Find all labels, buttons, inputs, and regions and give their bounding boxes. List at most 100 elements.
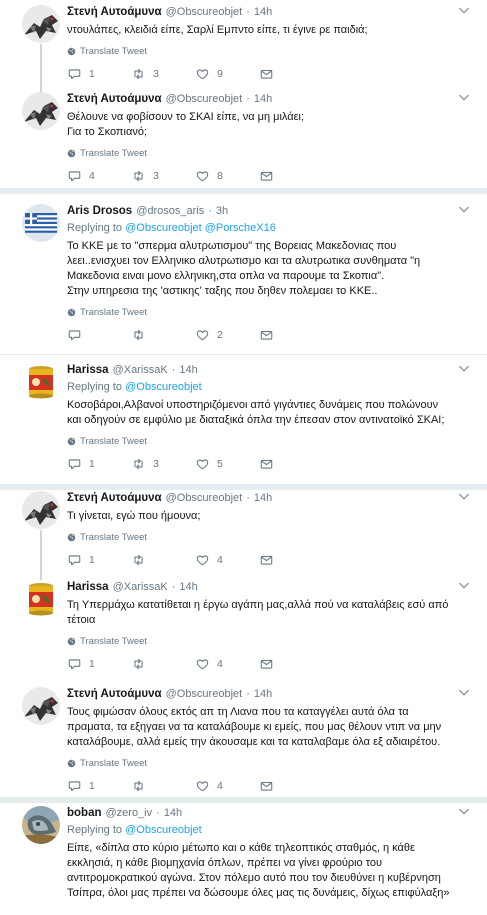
tweet[interactable]: Harissa @XarissaK · 14h Replying to @Obscure… [0, 363, 487, 470]
tweet[interactable]: Στενή Αυτοάμυνα @Obscureobjet · 14h Θέλουνε … [0, 92, 487, 192]
tweet[interactable]: Στενή Αυτοάμυνα @Obscureobjet · 14h Τους φιμ… [0, 687, 487, 792]
chevron-down-icon[interactable] [459, 206, 469, 214]
tweet-text-line: Θέλουνε να φοβίσουν το ΣΚΑΙ είπε, να μη … [67, 111, 305, 123]
avatar[interactable] [22, 580, 60, 618]
avatar[interactable] [22, 92, 60, 130]
timestamp[interactable]: 14h [254, 5, 272, 19]
like-button[interactable]: 4 [195, 553, 259, 567]
tweet-text: Τους φιμώσαν όλους εκτός απ τη Λιανα που… [67, 705, 469, 750]
tweet-content: boban @zero_iv · 14h Replying to @Obscureobj… [67, 806, 469, 901]
tweet[interactable]: Στενή Αυτοάμυνα @Obscureobjet · 14h Τι γίνετ… [0, 491, 487, 591]
timestamp[interactable]: 14h [254, 491, 272, 505]
avatar[interactable] [22, 5, 60, 43]
heart-icon [196, 69, 209, 80]
reply-button[interactable]: 1 [67, 779, 131, 793]
translate-tweet-link[interactable]: Translate Tweet [67, 531, 469, 543]
avatar[interactable] [22, 806, 60, 844]
translate-tweet-link[interactable]: Translate Tweet [67, 45, 469, 57]
chevron-down-icon[interactable] [459, 365, 469, 373]
user-handle[interactable]: @Obscureobjet [166, 491, 243, 505]
tweet[interactable]: Aris Drosos @drosos_aris · 3h Replying to @O… [0, 204, 487, 341]
separator-dot: · [246, 6, 250, 18]
replying-to-link[interactable]: @Obscureobjet [125, 824, 202, 836]
direct-message-button[interactable] [259, 67, 281, 81]
like-button[interactable]: 9 [195, 67, 259, 81]
tweet[interactable]: Στενή Αυτοάμυνα @Obscureobjet · 14h ντουλάπε… [0, 5, 487, 105]
reply-button[interactable]: 1 [67, 657, 131, 671]
direct-message-button[interactable] [259, 553, 281, 567]
timestamp[interactable]: 3h [216, 204, 228, 218]
direct-message-button[interactable] [259, 779, 281, 793]
direct-message-button[interactable] [259, 457, 281, 471]
like-button[interactable]: 5 [195, 457, 259, 471]
timestamp[interactable]: 14h [179, 580, 197, 594]
direct-message-button[interactable] [259, 328, 281, 342]
display-name[interactable]: Στενή Αυτοάμυνα [67, 92, 162, 106]
avatar[interactable] [22, 363, 60, 401]
reply-button[interactable] [67, 328, 131, 342]
reply-button[interactable]: 1 [67, 457, 131, 471]
display-name[interactable]: Στενή Αυτοάμυνα [67, 687, 162, 701]
retweet-button[interactable] [131, 779, 195, 793]
user-handle[interactable]: @XarissaK [113, 363, 168, 377]
translate-tweet-link[interactable]: Translate Tweet [67, 635, 469, 647]
tweet[interactable]: boban @zero_iv · 14h Replying to @Obscureobj… [0, 806, 487, 906]
tweet[interactable]: Harissa @XarissaK · 14h Τη Υπερμάχω κατατίθε… [0, 580, 487, 680]
user-handle[interactable]: @drosos_aris [136, 204, 204, 218]
display-name[interactable]: boban [67, 806, 102, 820]
retweet-button[interactable]: 3 [131, 169, 195, 183]
retweet-button[interactable]: 3 [131, 457, 195, 471]
display-name[interactable]: Harissa [67, 363, 109, 377]
globe-icon [67, 437, 76, 445]
chevron-down-icon[interactable] [459, 7, 469, 15]
avatar[interactable] [22, 687, 60, 725]
display-name[interactable]: Στενή Αυτοάμυνα [67, 491, 162, 505]
like-button[interactable]: 8 [195, 169, 259, 183]
retweet-button[interactable] [131, 553, 195, 567]
translate-tweet-link[interactable]: Translate Tweet [67, 306, 469, 318]
replying-to: Replying to @Obscureobjet [67, 823, 469, 837]
timestamp[interactable]: 14h [254, 92, 272, 106]
translate-tweet-link[interactable]: Translate Tweet [67, 147, 469, 159]
retweet-button[interactable] [131, 328, 195, 342]
timestamp[interactable]: 14h [179, 363, 197, 377]
tweet-header: Στενή Αυτοάμυνα @Obscureobjet · 14h [67, 687, 469, 701]
reply-button[interactable]: 1 [67, 67, 131, 81]
separator-dot: · [208, 205, 212, 217]
user-handle[interactable]: @Obscureobjet [166, 92, 243, 106]
reply-button[interactable]: 1 [67, 553, 131, 567]
user-handle[interactable]: @Obscureobjet [166, 687, 243, 701]
chevron-down-icon[interactable] [459, 94, 469, 102]
avatar[interactable] [22, 491, 60, 529]
user-handle[interactable]: @XarissaK [113, 580, 168, 594]
retweet-button[interactable]: 3 [131, 67, 195, 81]
avatar[interactable] [22, 204, 60, 242]
like-button[interactable]: 4 [195, 657, 259, 671]
timestamp[interactable]: 14h [164, 806, 182, 820]
direct-message-button[interactable] [259, 169, 281, 183]
translate-tweet-link[interactable]: Translate Tweet [67, 757, 469, 769]
display-name[interactable]: Aris Drosos [67, 204, 132, 218]
tweet-separator [0, 797, 487, 803]
display-name[interactable]: Στενή Αυτοάμυνα [67, 5, 162, 19]
chevron-down-icon[interactable] [459, 582, 469, 590]
chevron-down-icon[interactable] [459, 493, 469, 501]
user-handle[interactable]: @Obscureobjet [166, 5, 243, 19]
chevron-down-icon[interactable] [459, 808, 469, 816]
like-button[interactable]: 2 [195, 328, 259, 342]
display-name[interactable]: Harissa [67, 580, 109, 594]
replying-to: Replying to @Obscureobjet @PorscheX16 [67, 221, 469, 235]
translate-tweet-link[interactable]: Translate Tweet [67, 435, 469, 447]
tweet-text: Θέλουνε να φοβίσουν το ΣΚΑΙ είπε, να μη … [67, 110, 469, 140]
direct-message-button[interactable] [259, 657, 281, 671]
reply-button[interactable]: 4 [67, 169, 131, 183]
reply-icon [68, 171, 81, 182]
user-handle[interactable]: @zero_iv [106, 806, 153, 820]
timestamp[interactable]: 14h [254, 687, 272, 701]
replying-to-link[interactable]: @Obscureobjet [125, 381, 202, 393]
like-button[interactable]: 4 [195, 779, 259, 793]
chevron-down-icon[interactable] [459, 689, 469, 697]
retweet-icon [134, 458, 143, 470]
retweet-button[interactable] [131, 657, 195, 671]
replying-to-link[interactable]: @Obscureobjet @PorscheX16 [125, 222, 276, 234]
